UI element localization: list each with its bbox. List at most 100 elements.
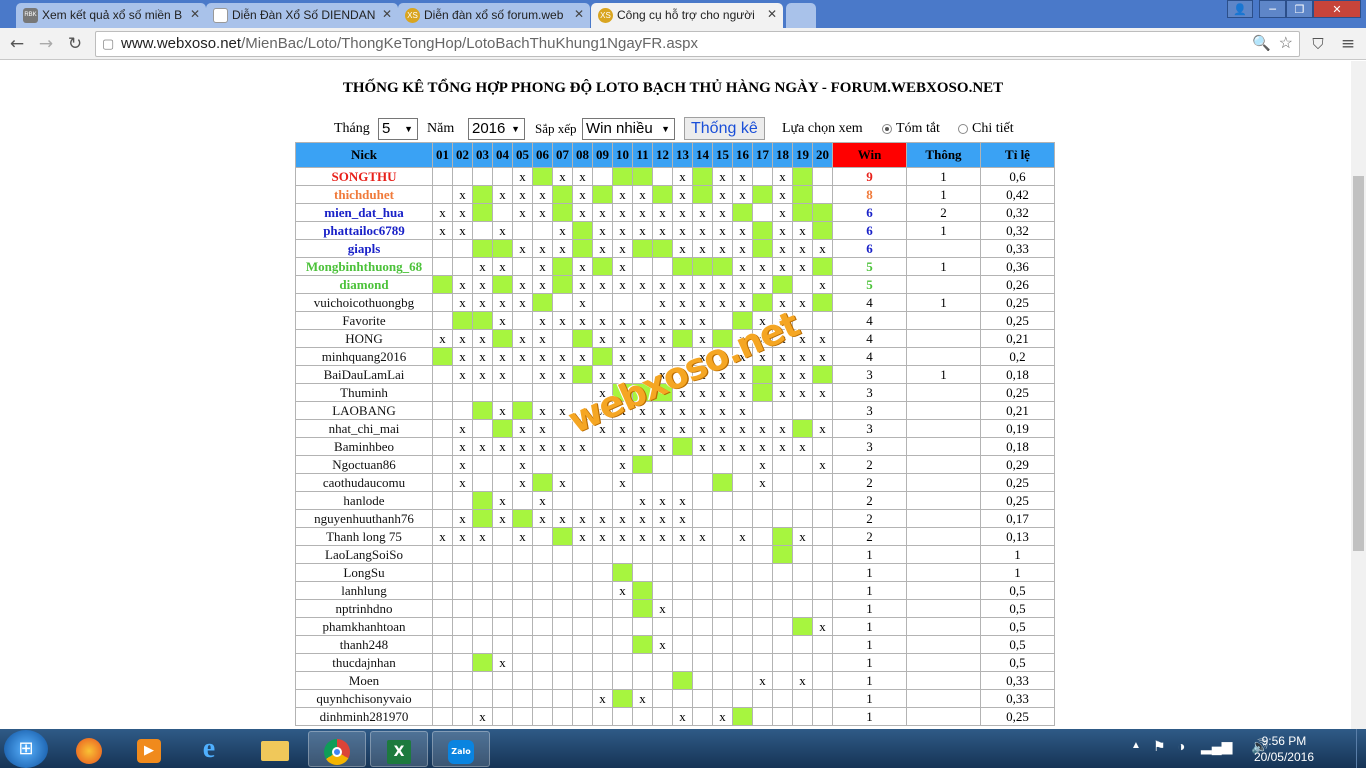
year-select[interactable]: 2016 ▼ [468,118,525,140]
minimize-icon[interactable]: ─ [1259,0,1286,18]
day-cell: x [592,365,613,384]
day-cell: x [732,293,753,312]
page-info-icon[interactable]: ▢ [102,32,114,56]
browser-tab-4-active[interactable]: XS Công cụ hỗ trợ cho người ✕ [591,3,783,28]
tray-expand-icon[interactable]: ▲ [1131,740,1141,751]
day-cell: x [572,311,593,330]
win-cell: 6 [832,203,907,222]
radio-summary[interactable] [882,123,892,134]
nick-cell[interactable]: minhquang2016 [295,347,433,366]
address-bar[interactable]: ▢ www.webxoso.net/MienBac/Loto/ThongKeTo… [95,31,1300,57]
app-tray-icon[interactable]: ◑ [1177,738,1185,754]
nick-cell[interactable]: Moen [295,671,433,690]
bookmark-star-icon[interactable]: ☆ [1279,32,1293,56]
reload-icon[interactable]: ↻ [64,33,86,55]
firefox-icon[interactable] [60,731,118,767]
nick-cell[interactable]: LAOBANG [295,401,433,420]
day-cell: x [532,437,553,456]
day-cell [692,599,713,618]
window-close-icon[interactable]: ✕ [1313,0,1361,18]
forward-arrow-icon[interactable]: → [35,33,57,55]
nick-cell[interactable]: caothudaucomu [295,473,433,492]
nick-cell[interactable]: SONGTHU [295,167,433,186]
day-cell [812,599,833,618]
day-cell [792,635,813,654]
nick-cell[interactable]: nhat_chi_mai [295,419,433,438]
nick-cell[interactable]: Mongbinhthuong_68 [295,257,433,276]
sort-select[interactable]: Win nhiều ▼ [582,118,675,140]
month-label: Tháng [334,121,370,136]
start-button[interactable]: ⊞ [4,730,48,768]
nick-cell[interactable]: mien_dat_hua [295,203,433,222]
nick-cell[interactable]: thucdajnhan [295,653,433,672]
zalo-icon[interactable]: Zalo [432,731,490,767]
statistics-button[interactable]: Thống kê [684,117,765,140]
ie-icon[interactable]: e [180,731,238,767]
nick-cell[interactable]: hanlode [295,491,433,510]
chrome-icon[interactable] [308,731,366,767]
day-cell: x [792,437,813,456]
view-detail-option[interactable]: Chi tiết [958,118,1014,140]
nick-cell[interactable]: dinhminh281970 [295,707,433,726]
nick-cell[interactable]: LaoLangSoiSo [295,545,433,564]
nick-cell[interactable]: Favorite [295,311,433,330]
nick-cell[interactable]: phattailoc6789 [295,221,433,240]
browser-tab-2[interactable]: Diễn Đàn Xổ Số DIENDAN ✕ [206,3,398,28]
profile-icon[interactable]: 👤 [1227,0,1253,18]
zoom-icon[interactable]: 🔍 [1252,32,1271,56]
close-icon[interactable]: ✕ [767,7,777,21]
radio-detail[interactable] [958,123,968,134]
clock[interactable]: 9:56 PM 20/05/2016 [1254,733,1314,765]
nick-cell[interactable]: BaiDauLamLai [295,365,433,384]
nick-cell[interactable]: nptrinhdno [295,599,433,618]
day-cell [812,545,833,564]
new-tab-button[interactable] [786,3,816,28]
nick-cell[interactable]: lanhlung [295,581,433,600]
view-summary-option[interactable]: Tóm tắt [882,118,940,140]
close-icon[interactable]: ✕ [382,7,392,21]
month-select[interactable]: 5 ▼ [378,118,418,140]
extension-shield-icon[interactable]: ⛉ [1307,33,1329,55]
day-cell: x [452,293,473,312]
day-cell: x [532,401,553,420]
browser-tab-3[interactable]: XS Diễn đàn xổ số forum.web ✕ [398,3,590,28]
day-cell [512,563,533,582]
network-icon[interactable]: ▂▄▆ [1201,738,1232,755]
nick-cell[interactable]: nguyenhuuthanh76 [295,509,433,528]
nick-cell[interactable]: HONG [295,329,433,348]
day-cell [812,203,833,222]
vertical-scrollbar[interactable] [1351,61,1366,729]
nick-cell[interactable]: Thanh long 75 [295,527,433,546]
nick-cell[interactable]: Baminhbeo [295,437,433,456]
day-cell [512,581,533,600]
close-icon[interactable]: ✕ [574,7,584,21]
nick-cell[interactable]: Thuminh [295,383,433,402]
nick-cell[interactable]: LongSu [295,563,433,582]
day-cell: x [692,419,713,438]
close-icon[interactable]: ✕ [190,7,200,21]
nick-cell[interactable]: Ngoctuan86 [295,455,433,474]
menu-icon[interactable]: ≡ [1337,33,1359,55]
day-cell: x [492,293,513,312]
nick-cell[interactable]: diamond [295,275,433,294]
day-cell [592,635,613,654]
nick-cell[interactable]: vuichoicothuongbg [295,293,433,312]
day-cell [812,707,833,726]
day-cell [752,221,773,240]
scrollbar-thumb[interactable] [1353,176,1364,551]
nick-cell[interactable]: thichduhet [295,185,433,204]
nick-cell[interactable]: phamkhanhtoan [295,617,433,636]
action-center-icon[interactable]: ⚑ [1153,738,1166,755]
explorer-icon[interactable] [246,731,304,767]
excel-icon[interactable]: X [370,731,428,767]
show-desktop-button[interactable] [1356,729,1366,768]
maximize-icon[interactable]: ❐ [1286,0,1313,18]
nick-cell[interactable]: thanh248 [295,635,433,654]
media-player-icon[interactable]: ▶ [120,731,178,767]
browser-tab-1[interactable]: RBK Xem kết quả xổ số miền B ✕ [16,3,206,28]
nick-cell[interactable]: quynhchisonyvaio [295,689,433,708]
back-arrow-icon[interactable]: ← [6,33,28,55]
nick-cell[interactable]: giapls [295,239,433,258]
thong-cell [906,329,981,348]
day-cell [752,383,773,402]
